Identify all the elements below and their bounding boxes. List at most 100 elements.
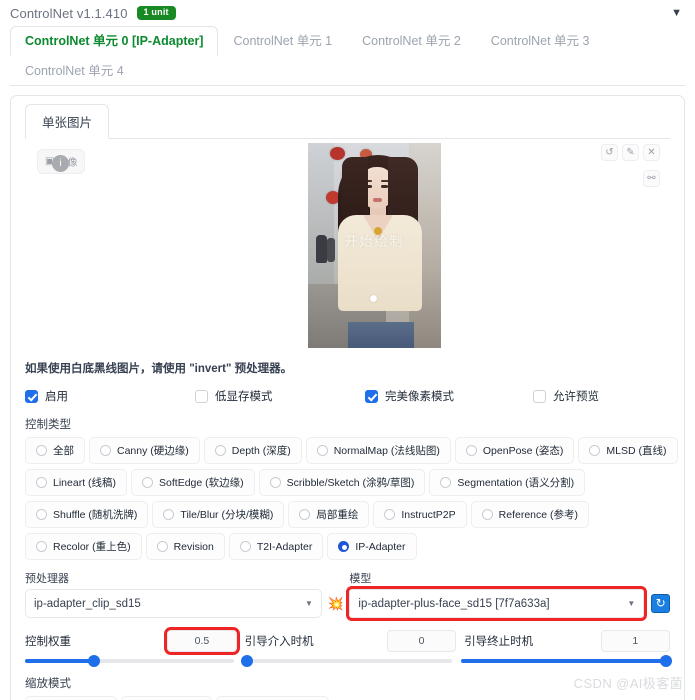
chevron-down-icon[interactable]: ▼: [671, 7, 685, 19]
preprocessor-group: 预处理器 ip-adapter_clip_sd15 ▼: [25, 570, 322, 618]
control-type-all[interactable]: 全部: [25, 437, 85, 464]
image-toolbar-secondary: ⚯: [643, 170, 660, 187]
radio-instructp2p[interactable]: [384, 509, 396, 520]
control-type-normalmap[interactable]: NormalMap (法线贴图): [305, 437, 451, 464]
control-type-depth[interactable]: Depth (深度): [203, 437, 302, 464]
info-icon: i: [52, 155, 69, 172]
radio-shuffle[interactable]: [36, 509, 47, 520]
checkbox-lowvram[interactable]: 低显存模式: [195, 388, 365, 404]
control-type-canny[interactable]: Canny (硬边缘): [89, 437, 200, 464]
scaling-mode-resize-and-fill[interactable]: 缩放后填充空白: [216, 696, 329, 700]
starting-step-input[interactable]: 0: [386, 630, 457, 652]
checkbox-pixel-perfect[interactable]: 完美像素模式: [365, 388, 533, 404]
control-type-revision[interactable]: Revision: [145, 533, 225, 560]
control-type-label-tileblur: Tile/Blur (分块/模糊): [180, 509, 274, 521]
refresh-models-button[interactable]: ↻: [651, 594, 671, 613]
scaling-mode-just-resize[interactable]: 仅调整大小: [25, 696, 117, 700]
invert-hint-text: 如果使用白底黑线图片，请使用 "invert" 预处理器。: [25, 363, 293, 375]
radio-recolor[interactable]: [36, 541, 47, 552]
checkbox-lowvram-box[interactable]: [195, 389, 208, 403]
csdn-watermark: CSDN @AI极客菌: [573, 676, 683, 691]
undo-icon[interactable]: ↺: [601, 144, 618, 161]
pen-tool-icon[interactable]: ⚯: [643, 170, 660, 187]
checkbox-allow-preview-box[interactable]: [533, 389, 546, 403]
checkbox-allow-preview-label: 允许预览: [553, 391, 599, 403]
radio-tileblur[interactable]: [163, 509, 175, 520]
checkbox-enable-box[interactable]: [25, 389, 38, 403]
control-weight-slider[interactable]: [25, 655, 234, 667]
control-type-inpaint[interactable]: 局部重绘: [288, 501, 370, 528]
control-type-label-lineart: Lineart (线稿): [53, 477, 117, 489]
ending-step-input[interactable]: 1: [600, 630, 670, 652]
control-type-label-reference: Reference (参考): [498, 509, 579, 521]
control-type-openpose[interactable]: OpenPose (姿态): [454, 437, 575, 464]
checkbox-lowvram-label: 低显存模式: [215, 391, 273, 403]
edit-icon[interactable]: ✎: [622, 144, 639, 161]
radio-t2i-adapter[interactable]: [239, 541, 251, 552]
control-type-label-ip-adapter: IP-Adapter: [355, 540, 406, 553]
control-weight-input[interactable]: 0.5: [164, 627, 240, 655]
control-type-label-mlsd: MLSD (直线): [606, 445, 667, 457]
control-type-label-instructp2p: InstructP2P: [401, 508, 456, 521]
control-type-instructp2p[interactable]: InstructP2P: [373, 501, 467, 528]
control-type-row-4: Recolor (重上色) Revision T2I-Adapter IP-Ad…: [25, 533, 670, 560]
tab-controlnet-unit-4[interactable]: ControlNet 单元 4: [10, 56, 139, 86]
photo-lips: [373, 198, 382, 202]
checkbox-pixel-perfect-label: 完美像素模式: [385, 391, 454, 403]
checkbox-enable-label: 启用: [45, 391, 68, 403]
control-type-reference[interactable]: Reference (参考): [470, 501, 590, 528]
control-type-segmentation[interactable]: Segmentation (语义分割): [429, 469, 586, 496]
ending-step-label: 引导终止时机: [464, 636, 534, 648]
control-type-ip-adapter[interactable]: IP-Adapter: [327, 533, 417, 560]
radio-ip-adapter[interactable]: [338, 541, 350, 552]
radio-mlsd[interactable]: [589, 445, 601, 456]
close-icon[interactable]: ✕: [643, 144, 660, 161]
tab-controlnet-unit-3[interactable]: ControlNet 单元 3: [476, 26, 605, 56]
radio-segmentation[interactable]: [440, 477, 452, 488]
control-type-t2i-adapter[interactable]: T2I-Adapter: [228, 533, 324, 560]
control-type-scribble[interactable]: Scribble/Sketch (涂鸦/草图): [258, 469, 426, 496]
radio-normalmap[interactable]: [316, 445, 328, 456]
control-type-recolor[interactable]: Recolor (重上色): [25, 533, 142, 560]
ending-step-slider[interactable]: [461, 655, 672, 667]
control-type-softedge[interactable]: SoftEdge (软边缘): [131, 469, 255, 496]
control-type-tileblur[interactable]: Tile/Blur (分块/模糊): [152, 501, 285, 528]
starting-step-slider-handle[interactable]: [241, 655, 253, 667]
radio-revision[interactable]: [156, 541, 168, 552]
control-type-lineart[interactable]: Lineart (线稿): [25, 469, 128, 496]
radio-canny[interactable]: [100, 445, 111, 456]
checkbox-pixel-perfect-box[interactable]: [365, 389, 378, 403]
control-type-label-scribble: Scribble/Sketch (涂鸦/草图): [286, 477, 415, 489]
upload-image-button[interactable]: ▣ 图像 i: [37, 149, 86, 174]
image-drop-area[interactable]: ▣ 图像 i ↺ ✎ ✕ ⚯: [25, 140, 670, 352]
model-group: 模型 ip-adapter-plus-face_sd15 [7f7a633a] …: [346, 570, 648, 621]
preprocessor-select[interactable]: ip-adapter_clip_sd15 ▼: [25, 589, 322, 618]
explosion-icon[interactable]: 💥: [322, 589, 350, 618]
radio-depth[interactable]: [214, 445, 226, 456]
tabs-divider: [10, 85, 685, 86]
tab-controlnet-unit-0[interactable]: ControlNet 单元 0 [IP-Adapter]: [10, 26, 219, 56]
checkbox-enable[interactable]: 启用: [25, 388, 195, 404]
scaling-mode-row: 仅调整大小 裁剪后缩放 缩放后填充空白: [25, 696, 670, 700]
control-type-label-depth: Depth (深度): [231, 445, 291, 457]
starting-step-slider[interactable]: [241, 655, 452, 667]
checkbox-allow-preview[interactable]: 允许预览: [533, 388, 599, 404]
tab-controlnet-unit-1[interactable]: ControlNet 单元 1: [218, 26, 347, 56]
radio-scribble[interactable]: [269, 477, 281, 488]
radio-lineart[interactable]: [36, 477, 47, 488]
ending-step-slider-handle[interactable]: [660, 655, 672, 667]
control-weight-slider-handle[interactable]: [87, 655, 100, 667]
uploaded-image-preview[interactable]: 开始绘制: [308, 143, 441, 348]
scaling-mode-crop-and-resize[interactable]: 裁剪后缩放: [120, 696, 212, 700]
tab-single-image[interactable]: 单张图片: [25, 104, 110, 139]
control-type-label: 控制类型: [25, 419, 71, 431]
control-type-shuffle[interactable]: Shuffle (随机洗牌): [25, 501, 149, 528]
radio-inpaint[interactable]: [299, 509, 311, 520]
model-select[interactable]: ip-adapter-plus-face_sd15 [7f7a633a] ▼: [346, 586, 648, 621]
control-type-mlsd[interactable]: MLSD (直线): [578, 437, 678, 464]
radio-reference[interactable]: [481, 509, 493, 520]
radio-openpose[interactable]: [465, 445, 477, 456]
radio-all[interactable]: [36, 445, 47, 456]
radio-softedge[interactable]: [142, 477, 154, 488]
tab-controlnet-unit-2[interactable]: ControlNet 单元 2: [347, 26, 476, 56]
